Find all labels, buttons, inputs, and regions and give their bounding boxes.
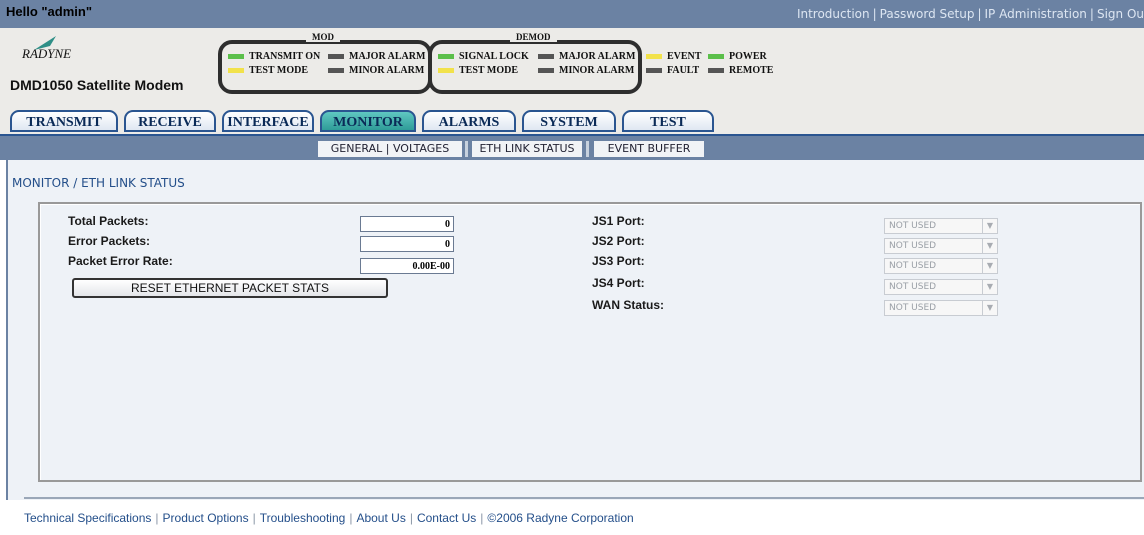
js3-port-select[interactable]: NOT USED ▼ (884, 258, 998, 274)
subnav-event-buffer[interactable]: EVENT BUFFER (594, 141, 704, 157)
troubleshooting-link[interactable]: Troubleshooting (260, 511, 346, 525)
model-name: DMD1050 Satellite Modem (10, 77, 184, 93)
header: RADYNE DMD1050 Satellite Modem MOD TRANS… (0, 28, 1144, 98)
led-icon (646, 54, 662, 60)
packet-error-rate-value: 0.00E-00 (360, 258, 454, 274)
js1-port-select[interactable]: NOT USED ▼ (884, 218, 998, 234)
js2-port-value: NOT USED (889, 241, 937, 251)
chevron-down-icon: ▼ (982, 301, 997, 315)
wan-status-label: WAN Status: (592, 298, 664, 312)
introduction-link[interactable]: Introduction (797, 7, 870, 21)
eth-link-status-panel: Total Packets: 0 Error Packets: 0 Packet… (38, 202, 1142, 482)
total-packets-value: 0 (360, 216, 454, 232)
greeting: Hello "admin" (6, 4, 93, 19)
tab-alarms[interactable]: ALARMS (422, 110, 516, 132)
demod-indicator-minor-alarm: MINOR ALARM (538, 65, 634, 76)
top-bar: Hello "admin" Introduction | Password Setu… (0, 0, 1144, 28)
js3-port-label: JS3 Port: (592, 254, 645, 268)
led-icon (708, 54, 724, 60)
demod-status-panel: DEMOD SIGNAL LOCK MAJOR ALARM TEST MODE … (428, 32, 642, 94)
js1-port-label: JS1 Port: (592, 214, 645, 228)
led-icon (228, 54, 244, 60)
indicator-event: EVENT (646, 51, 701, 62)
tab-transmit[interactable]: TRANSMIT (10, 110, 118, 132)
wan-status-value: NOT USED (889, 303, 937, 313)
main-content: MONITOR / ETH LINK STATUS Total Packets:… (6, 160, 1144, 500)
demod-title: DEMOD (510, 32, 557, 42)
js4-port-label: JS4 Port: (592, 276, 645, 290)
mod-indicator-minor-alarm: MINOR ALARM (328, 65, 424, 76)
mod-title: MOD (306, 32, 340, 42)
js2-port-select[interactable]: NOT USED ▼ (884, 238, 998, 254)
tab-system[interactable]: SYSTEM (522, 110, 616, 132)
mod-status-panel: MOD TRANSMIT ON MAJOR ALARM TEST MODE MI… (218, 32, 432, 94)
sign-out-link[interactable]: Sign Ou (1097, 7, 1144, 21)
js3-port-value: NOT USED (889, 261, 937, 271)
radyne-logo: RADYNE (22, 46, 72, 61)
chevron-down-icon: ▼ (982, 259, 997, 273)
mod-indicator-test-mode: TEST MODE (228, 65, 308, 76)
sub-navigation: GENERAL | VOLTAGES ETH LINK STATUS EVENT… (0, 136, 1144, 160)
breadcrumb: MONITOR / ETH LINK STATUS (12, 176, 185, 190)
chevron-down-icon: ▼ (982, 280, 997, 294)
led-icon (646, 68, 662, 74)
subnav-eth-link-status[interactable]: ETH LINK STATUS (472, 141, 582, 157)
tab-receive[interactable]: RECEIVE (124, 110, 216, 132)
js4-port-select[interactable]: NOT USED ▼ (884, 279, 998, 295)
error-packets-label: Error Packets: (68, 234, 151, 248)
error-packets-value: 0 (360, 236, 454, 252)
indicator-remote: REMOTE (708, 65, 773, 76)
demod-indicator-major-alarm: MAJOR ALARM (538, 51, 635, 62)
copyright-text: ©2006 Radyne Corporation (487, 511, 634, 525)
password-setup-link[interactable]: Password Setup (880, 7, 975, 21)
contact-us-link[interactable]: Contact Us (417, 511, 476, 525)
led-icon (328, 68, 344, 74)
chevron-down-icon: ▼ (982, 239, 997, 253)
led-icon (328, 54, 344, 60)
indicator-fault: FAULT (646, 65, 699, 76)
chevron-down-icon: ▼ (982, 219, 997, 233)
packet-error-rate-label: Packet Error Rate: (68, 254, 173, 268)
subnav-general-voltages[interactable]: GENERAL | VOLTAGES (318, 141, 462, 157)
led-icon (708, 68, 724, 74)
reset-ethernet-stats-button[interactable]: RESET ETHERNET PACKET STATS (72, 278, 388, 298)
about-us-link[interactable]: About Us (356, 511, 405, 525)
wan-status-select[interactable]: NOT USED ▼ (884, 300, 998, 316)
footer-divider (24, 497, 1144, 499)
js4-port-value: NOT USED (889, 282, 937, 292)
tab-test[interactable]: TEST (622, 110, 714, 132)
mod-indicator-transmit-on: TRANSMIT ON (228, 51, 320, 62)
js2-port-label: JS2 Port: (592, 234, 645, 248)
led-icon (438, 54, 454, 60)
led-icon (538, 68, 554, 74)
js1-port-value: NOT USED (889, 221, 937, 231)
ip-administration-link[interactable]: IP Administration (985, 7, 1087, 21)
technical-specifications-link[interactable]: Technical Specifications (24, 511, 151, 525)
tab-interface[interactable]: INTERFACE (222, 110, 314, 132)
led-icon (228, 68, 244, 74)
led-icon (438, 68, 454, 74)
top-links: Introduction | Password Setup | IP Administr… (796, 7, 1144, 21)
demod-indicator-signal-lock: SIGNAL LOCK (438, 51, 529, 62)
mod-indicator-major-alarm: MAJOR ALARM (328, 51, 425, 62)
indicator-power: POWER (708, 51, 767, 62)
subnav-separator (465, 141, 468, 157)
main-tabs: TRANSMIT RECEIVE INTERFACE MONITOR ALARM… (0, 98, 1144, 136)
demod-indicator-test-mode: TEST MODE (438, 65, 518, 76)
total-packets-label: Total Packets: (68, 214, 149, 228)
product-options-link[interactable]: Product Options (163, 511, 249, 525)
footer: Technical Specifications | Product Options… (24, 511, 634, 525)
tab-monitor[interactable]: MONITOR (320, 110, 416, 132)
led-icon (538, 54, 554, 60)
subnav-separator (586, 141, 589, 157)
